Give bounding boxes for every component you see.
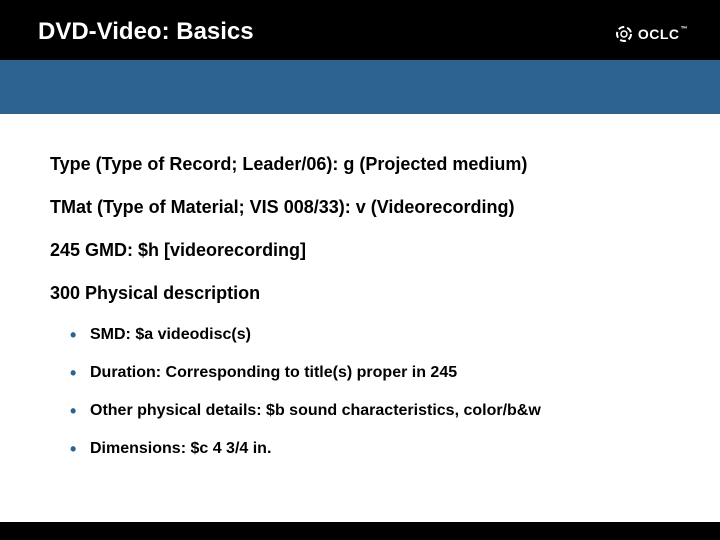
logo-tm: ™ <box>681 26 689 33</box>
slide-content: Type (Type of Record; Leader/06): g (Pro… <box>0 114 720 458</box>
oclc-logo-icon <box>614 24 634 44</box>
logo-text-main: OCLC <box>638 26 680 42</box>
content-line-tmat: TMat (Type of Material; VIS 008/33): v (… <box>50 197 670 218</box>
bullet-other-physical: Other physical details: $b sound charact… <box>90 402 670 420</box>
oclc-logo-text: OCLC™ <box>638 26 688 42</box>
bullet-dimensions: Dimensions: $c 4 3/4 in. <box>90 440 670 458</box>
bullet-list: SMD: $a videodisc(s) Duration: Correspon… <box>50 326 670 458</box>
oclc-logo: OCLC™ <box>614 24 688 44</box>
bullet-duration: Duration: Corresponding to title(s) prop… <box>90 364 670 382</box>
header-dark: DVD-Video: Basics <box>0 0 720 60</box>
content-line-300: 300 Physical description <box>50 283 670 304</box>
content-line-type: Type (Type of Record; Leader/06): g (Pro… <box>50 154 670 175</box>
header-blue-band: OCLC™ <box>0 60 720 114</box>
footer-black-band <box>0 522 720 540</box>
bullet-smd: SMD: $a videodisc(s) <box>90 326 670 344</box>
slide: DVD-Video: Basics OCLC™ Type (Type of Re… <box>0 0 720 540</box>
content-line-245: 245 GMD: $h [videorecording] <box>50 240 670 261</box>
